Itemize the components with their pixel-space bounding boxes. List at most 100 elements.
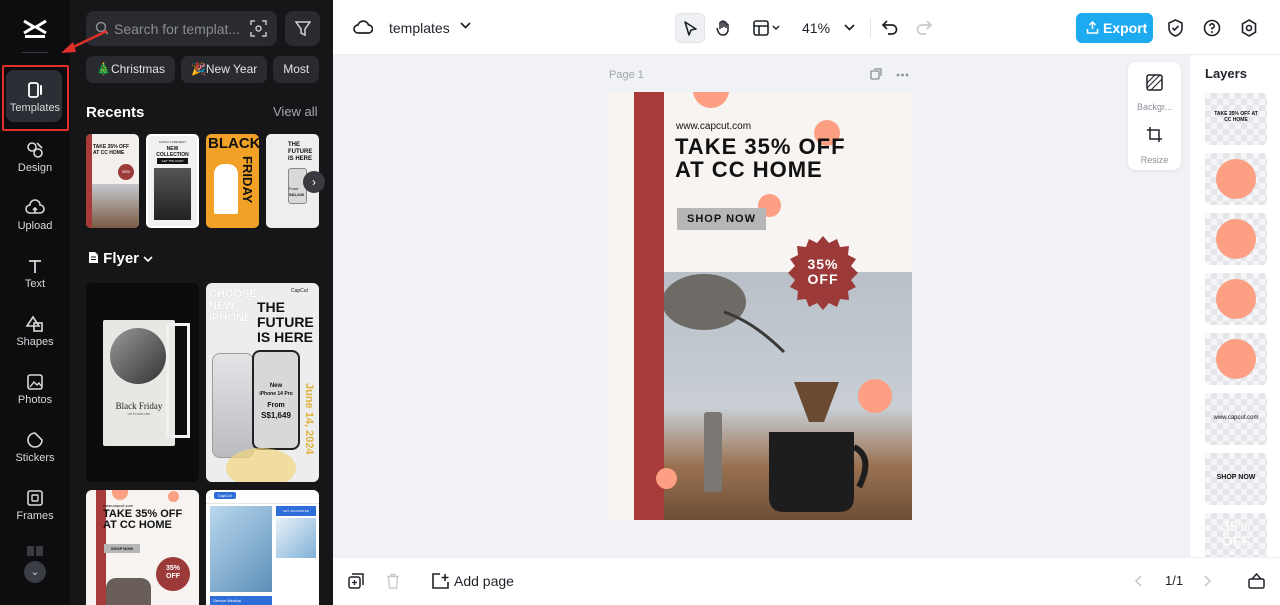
thumb-tag: GET VACCINATED [276, 506, 316, 516]
capcut-logo-icon[interactable] [22, 16, 48, 40]
gear-icon[interactable] [1240, 19, 1258, 37]
thumb-line-1: THE [257, 299, 285, 315]
rail-item-stickers[interactable]: Stickers [0, 424, 70, 476]
select-tool-button[interactable] [675, 13, 705, 43]
thumb-frame [166, 323, 190, 438]
hand-tool-button[interactable] [709, 13, 739, 43]
chevron-down-icon[interactable] [844, 24, 855, 31]
zoom-level[interactable]: 41% [802, 20, 830, 36]
layer-text: TAKE 35% OFF AT CC HOME [1214, 111, 1258, 123]
rail-item-shapes[interactable]: Shapes [0, 308, 70, 360]
design-headline[interactable]: TAKE 35% OFF AT CC HOME [675, 135, 846, 181]
recents-next-button[interactable]: › [303, 171, 325, 193]
chip-most[interactable]: Most [273, 56, 320, 83]
chip-christmas[interactable]: 🎄Christmas [86, 56, 175, 83]
layers-title: Layers [1205, 66, 1247, 81]
export-icon [1086, 21, 1099, 34]
add-page-icon[interactable] [432, 573, 449, 590]
layer-shop-now[interactable]: SHOP NOW [1205, 453, 1267, 505]
thumb-text-1: THE [288, 142, 300, 148]
bottom-toolbar: Add page 1/1 [333, 557, 1280, 605]
chevron-down-icon[interactable] [460, 22, 471, 29]
flyer-template-medical[interactable]: CapCut GET VACCINATED Service Medical [206, 490, 319, 605]
add-page-button[interactable]: Add page [454, 573, 514, 589]
more-options-icon[interactable] [896, 73, 909, 77]
thumb-sub: UP TO 50% OFF [127, 412, 151, 416]
export-label: Export [1103, 20, 1148, 36]
filter-icon [295, 21, 311, 37]
duplicate-page-icon[interactable] [870, 68, 882, 80]
next-page-icon[interactable] [1204, 575, 1212, 587]
resize-icon[interactable] [1146, 126, 1163, 143]
rail-item-upload[interactable]: Upload [0, 192, 70, 244]
flyer-template-future-iphone[interactable]: CHOOSE NEW IPHONE CapCut THE FUTURE IS H… [206, 283, 319, 482]
layer-circle[interactable] [1205, 333, 1267, 385]
rail-label: Upload [17, 220, 53, 232]
shield-icon[interactable] [1167, 19, 1184, 37]
thumb-phone-back [212, 353, 254, 458]
headline-line-1: TAKE 35% OFF [675, 134, 846, 159]
upload-cloud-icon [25, 199, 45, 214]
layer-circle-shape [1216, 159, 1256, 199]
seal-line-2: OFF [807, 271, 839, 287]
page-manager-icon[interactable] [1248, 572, 1265, 589]
sticker-icon [27, 432, 43, 448]
rail-item-frames[interactable]: Frames [0, 482, 70, 534]
view-all-link[interactable]: View all [273, 104, 318, 119]
export-button[interactable]: Export [1076, 13, 1153, 43]
search-input[interactable] [114, 19, 244, 38]
undo-icon[interactable] [881, 18, 899, 36]
layer-circle[interactable] [1205, 153, 1267, 205]
highlight-box [2, 65, 69, 131]
prev-page-icon[interactable] [1134, 575, 1142, 587]
trash-icon[interactable] [386, 573, 400, 589]
layer-circle[interactable] [1205, 213, 1267, 265]
thumb-text-2: NEW COLLECTION [156, 146, 189, 158]
help-icon[interactable] [1203, 19, 1221, 37]
flyer-category-dropdown[interactable]: Flyer [88, 250, 153, 267]
chip-new-year[interactable]: 🎉New Year [180, 56, 268, 83]
flyer-template-take-35-off[interactable]: www.capcut.com TAKE 35% OFF AT CC HOME S… [86, 490, 199, 605]
rail-item-design[interactable]: Design [0, 134, 70, 186]
project-name[interactable]: templates [389, 20, 450, 36]
background-icon[interactable] [1146, 74, 1163, 91]
thumb-glow [226, 448, 296, 482]
design-page[interactable]: www.capcut.com TAKE 35% OFF AT CC HOME S… [609, 92, 912, 520]
design-shop-now-button[interactable]: SHOP NOW [677, 208, 766, 230]
thumb-text-2: FUTURE [288, 149, 313, 155]
thumb-line-2: FUTURE [257, 314, 314, 330]
copy-page-icon[interactable] [348, 573, 364, 589]
cloud-icon [353, 20, 373, 34]
rail-label: Photos [17, 394, 53, 406]
thumb-bg-text: CHOOSE NEW IPHONE [209, 288, 257, 324]
recent-template-1[interactable]: TAKE 35% OFF AT CC HOME 35% [86, 134, 139, 228]
more-apps-icon[interactable] [27, 546, 43, 556]
text-icon [29, 260, 41, 273]
layer-text: 35% OFF [1221, 518, 1251, 549]
rail-item-photos[interactable]: Photos [0, 366, 70, 418]
layer-url[interactable]: www.capcut.com [1205, 393, 1267, 445]
annotation-arrow-icon [61, 29, 108, 53]
thumb-badge-2: OFF [166, 573, 180, 580]
design-url-text[interactable]: www.capcut.com [676, 121, 751, 132]
background-label[interactable]: Backgr... [1128, 102, 1181, 112]
layer-circle[interactable] [1205, 273, 1267, 325]
recent-template-3[interactable]: BLACK FRIDAY [206, 134, 259, 228]
collapse-rail-button[interactable]: ⌄ [24, 561, 46, 583]
layout-menu-button[interactable] [747, 13, 787, 43]
category-chips: 🎄Christmas 🎉New Year Most [86, 56, 333, 83]
thumb-side-text: June 14, 2024 [303, 383, 315, 455]
image-search-icon[interactable] [250, 20, 267, 37]
frame-icon [27, 490, 43, 506]
layer-headline[interactable]: TAKE 35% OFF AT CC HOME [1205, 93, 1267, 145]
toolbar-divider [870, 18, 871, 38]
thumb-text-3: GET 75% NOW! [157, 158, 188, 164]
rail-label: Stickers [15, 452, 55, 464]
decor-dot [656, 468, 677, 489]
redo-icon[interactable] [915, 18, 933, 36]
rail-item-text[interactable]: Text [0, 250, 70, 302]
filter-button[interactable] [285, 11, 320, 46]
resize-label[interactable]: Resize [1128, 155, 1181, 165]
recent-template-2[interactable]: CAPCUT PRESENT NEW COLLECTION GET 75% NO… [146, 134, 199, 228]
flyer-template-black-friday[interactable]: Black Friday UP TO 50% OFF [86, 283, 199, 482]
